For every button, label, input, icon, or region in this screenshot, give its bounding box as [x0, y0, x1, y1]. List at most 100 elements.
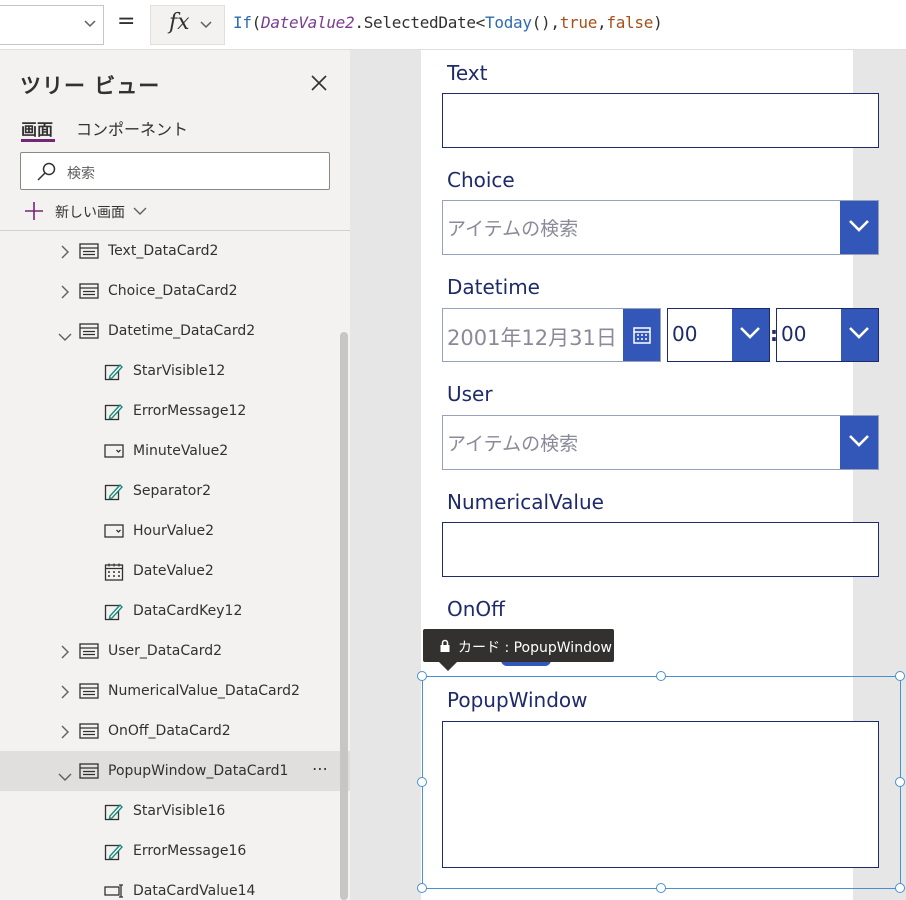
card-icon: [79, 723, 99, 743]
minute-dropdown-button[interactable]: [841, 309, 878, 361]
card-icon: [79, 683, 99, 703]
hour-dropdown-button[interactable]: [732, 309, 769, 361]
resize-handle-tl[interactable]: [417, 671, 427, 681]
tree-item[interactable]: DateValue2: [0, 551, 350, 591]
minute-dropdown[interactable]: 00: [776, 308, 879, 362]
card-tooltip: カード : PopupWindow: [423, 629, 614, 671]
text-input[interactable]: [442, 93, 879, 148]
tree-item[interactable]: OnOff_DataCard2: [0, 711, 350, 751]
tree-item[interactable]: StarVisible16: [0, 791, 350, 831]
formula-token: ,: [597, 13, 607, 32]
choice-label: Choice: [447, 168, 515, 192]
tree-item-label: HourValue2: [133, 523, 215, 539]
chevron-right-icon[interactable]: [60, 724, 70, 743]
date-value: 2001年12月31日: [447, 326, 617, 350]
tree-item[interactable]: ErrorMessage12: [0, 391, 350, 431]
formula-token: false: [606, 13, 654, 32]
tree-item[interactable]: Text_DataCard2: [0, 231, 350, 271]
minute-value: 00: [781, 322, 807, 346]
tab-screens[interactable]: 画面: [21, 116, 53, 140]
formula-token: (: [251, 13, 262, 32]
tooltip-arrow: [439, 662, 457, 671]
resize-handle-mr[interactable]: [895, 777, 905, 787]
resize-handle-tc[interactable]: [656, 671, 666, 681]
tree-item[interactable]: MinuteValue2: [0, 431, 350, 471]
label-edit-icon: [104, 603, 124, 625]
formula-token: DateValue2: [261, 13, 355, 32]
scrollbar[interactable]: [340, 332, 348, 900]
new-screen-label: 新しい画面: [55, 205, 125, 221]
chevron-right-icon[interactable]: [60, 684, 70, 703]
numerical-label: NumericalValue: [447, 490, 604, 514]
chevron-right-icon[interactable]: [60, 284, 70, 303]
calendar-button[interactable]: [623, 309, 660, 361]
tree-item-label: Choice_DataCard2: [108, 283, 238, 299]
tree-item[interactable]: Choice_DataCard2: [0, 271, 350, 311]
tree-item[interactable]: PopupWindow_DataCard1 ⋯: [0, 751, 350, 791]
chevron-down-icon: [849, 435, 869, 447]
tree-view-panel: ツリー ビュー 画面 コンポーネント 検索 新しい画面 Text_DataCar…: [0, 50, 350, 900]
chevron-down-icon[interactable]: [58, 327, 72, 346]
card-icon: [79, 323, 99, 343]
tree-item[interactable]: StarVisible12: [0, 351, 350, 391]
calendar-icon: [633, 327, 651, 344]
tree-item[interactable]: ErrorMessage16: [0, 831, 350, 871]
user-placeholder: アイテムの検索: [447, 433, 579, 455]
hour-value: 00: [672, 322, 698, 346]
formula-input[interactable]: If(DateValue2.SelectedDate<Today(),true,…: [233, 13, 663, 32]
tree-item-label: User_DataCard2: [108, 643, 222, 659]
resize-handle-bl[interactable]: [417, 883, 427, 893]
resize-handle-tr[interactable]: [895, 671, 905, 681]
tree-item[interactable]: NumericalValue_DataCard2: [0, 671, 350, 711]
user-combobox[interactable]: アイテムの検索: [442, 415, 879, 470]
chevron-down-icon[interactable]: [58, 767, 72, 786]
tree-item[interactable]: DataCardValue14: [0, 871, 350, 900]
selection-box[interactable]: [422, 676, 901, 889]
choice-combobox[interactable]: アイテムの検索: [442, 200, 879, 255]
search-icon: [37, 162, 56, 181]
tree-list: Text_DataCard2 Choice_DataCard2 Datetime_D…: [0, 231, 350, 900]
chevron-right-icon[interactable]: [60, 244, 70, 263]
fx-button[interactable]: fx: [150, 5, 225, 45]
search-input[interactable]: 検索: [20, 152, 330, 190]
tree-item[interactable]: Datetime_DataCard2: [0, 311, 350, 351]
tree-item-label: NumericalValue_DataCard2: [108, 683, 300, 699]
tree-item[interactable]: DataCardKey12: [0, 591, 350, 631]
formula-token: Today: [485, 13, 532, 32]
more-options-icon[interactable]: ⋯: [312, 759, 329, 778]
tree-item-label: MinuteValue2: [133, 443, 229, 459]
tree-item-label: Datetime_DataCard2: [108, 323, 256, 339]
tab-components[interactable]: コンポーネント: [76, 116, 188, 140]
tree-item[interactable]: Separator2: [0, 471, 350, 511]
tree-item-label: DataCardKey12: [133, 603, 243, 619]
resize-handle-ml[interactable]: [417, 777, 427, 787]
calendar-icon: [104, 563, 124, 585]
formula-token: true: [559, 13, 598, 32]
formula-bar: = fx If(DateValue2.SelectedDate<Today(),…: [0, 0, 906, 50]
chevron-right-icon[interactable]: [60, 644, 70, 663]
chevron-down-icon: [84, 20, 96, 28]
card-icon: [79, 243, 99, 263]
numerical-input[interactable]: [442, 522, 879, 577]
tree-item-label: StarVisible12: [133, 363, 226, 379]
resize-handle-bc[interactable]: [656, 883, 666, 893]
label-edit-icon: [104, 843, 124, 865]
tree-item[interactable]: HourValue2: [0, 511, 350, 551]
property-dropdown[interactable]: [0, 5, 104, 45]
tooltip-text: カード : PopupWindow: [458, 640, 612, 656]
date-picker[interactable]: 2001年12月31日: [442, 308, 661, 362]
chevron-down-icon: [849, 220, 869, 232]
tree-item-label: Separator2: [133, 483, 212, 499]
resize-handle-br[interactable]: [895, 883, 905, 893]
text-label: Text: [447, 61, 488, 85]
tree-item[interactable]: User_DataCard2: [0, 631, 350, 671]
label-edit-icon: [104, 403, 124, 425]
card-icon: [79, 763, 99, 783]
hour-dropdown[interactable]: 00: [667, 308, 770, 362]
close-icon[interactable]: [309, 73, 329, 93]
card-icon: [79, 643, 99, 663]
choice-dropdown-button[interactable]: [840, 201, 878, 254]
user-dropdown-button[interactable]: [840, 416, 878, 469]
fx-icon: fx: [169, 10, 190, 35]
user-label: User: [447, 382, 493, 406]
